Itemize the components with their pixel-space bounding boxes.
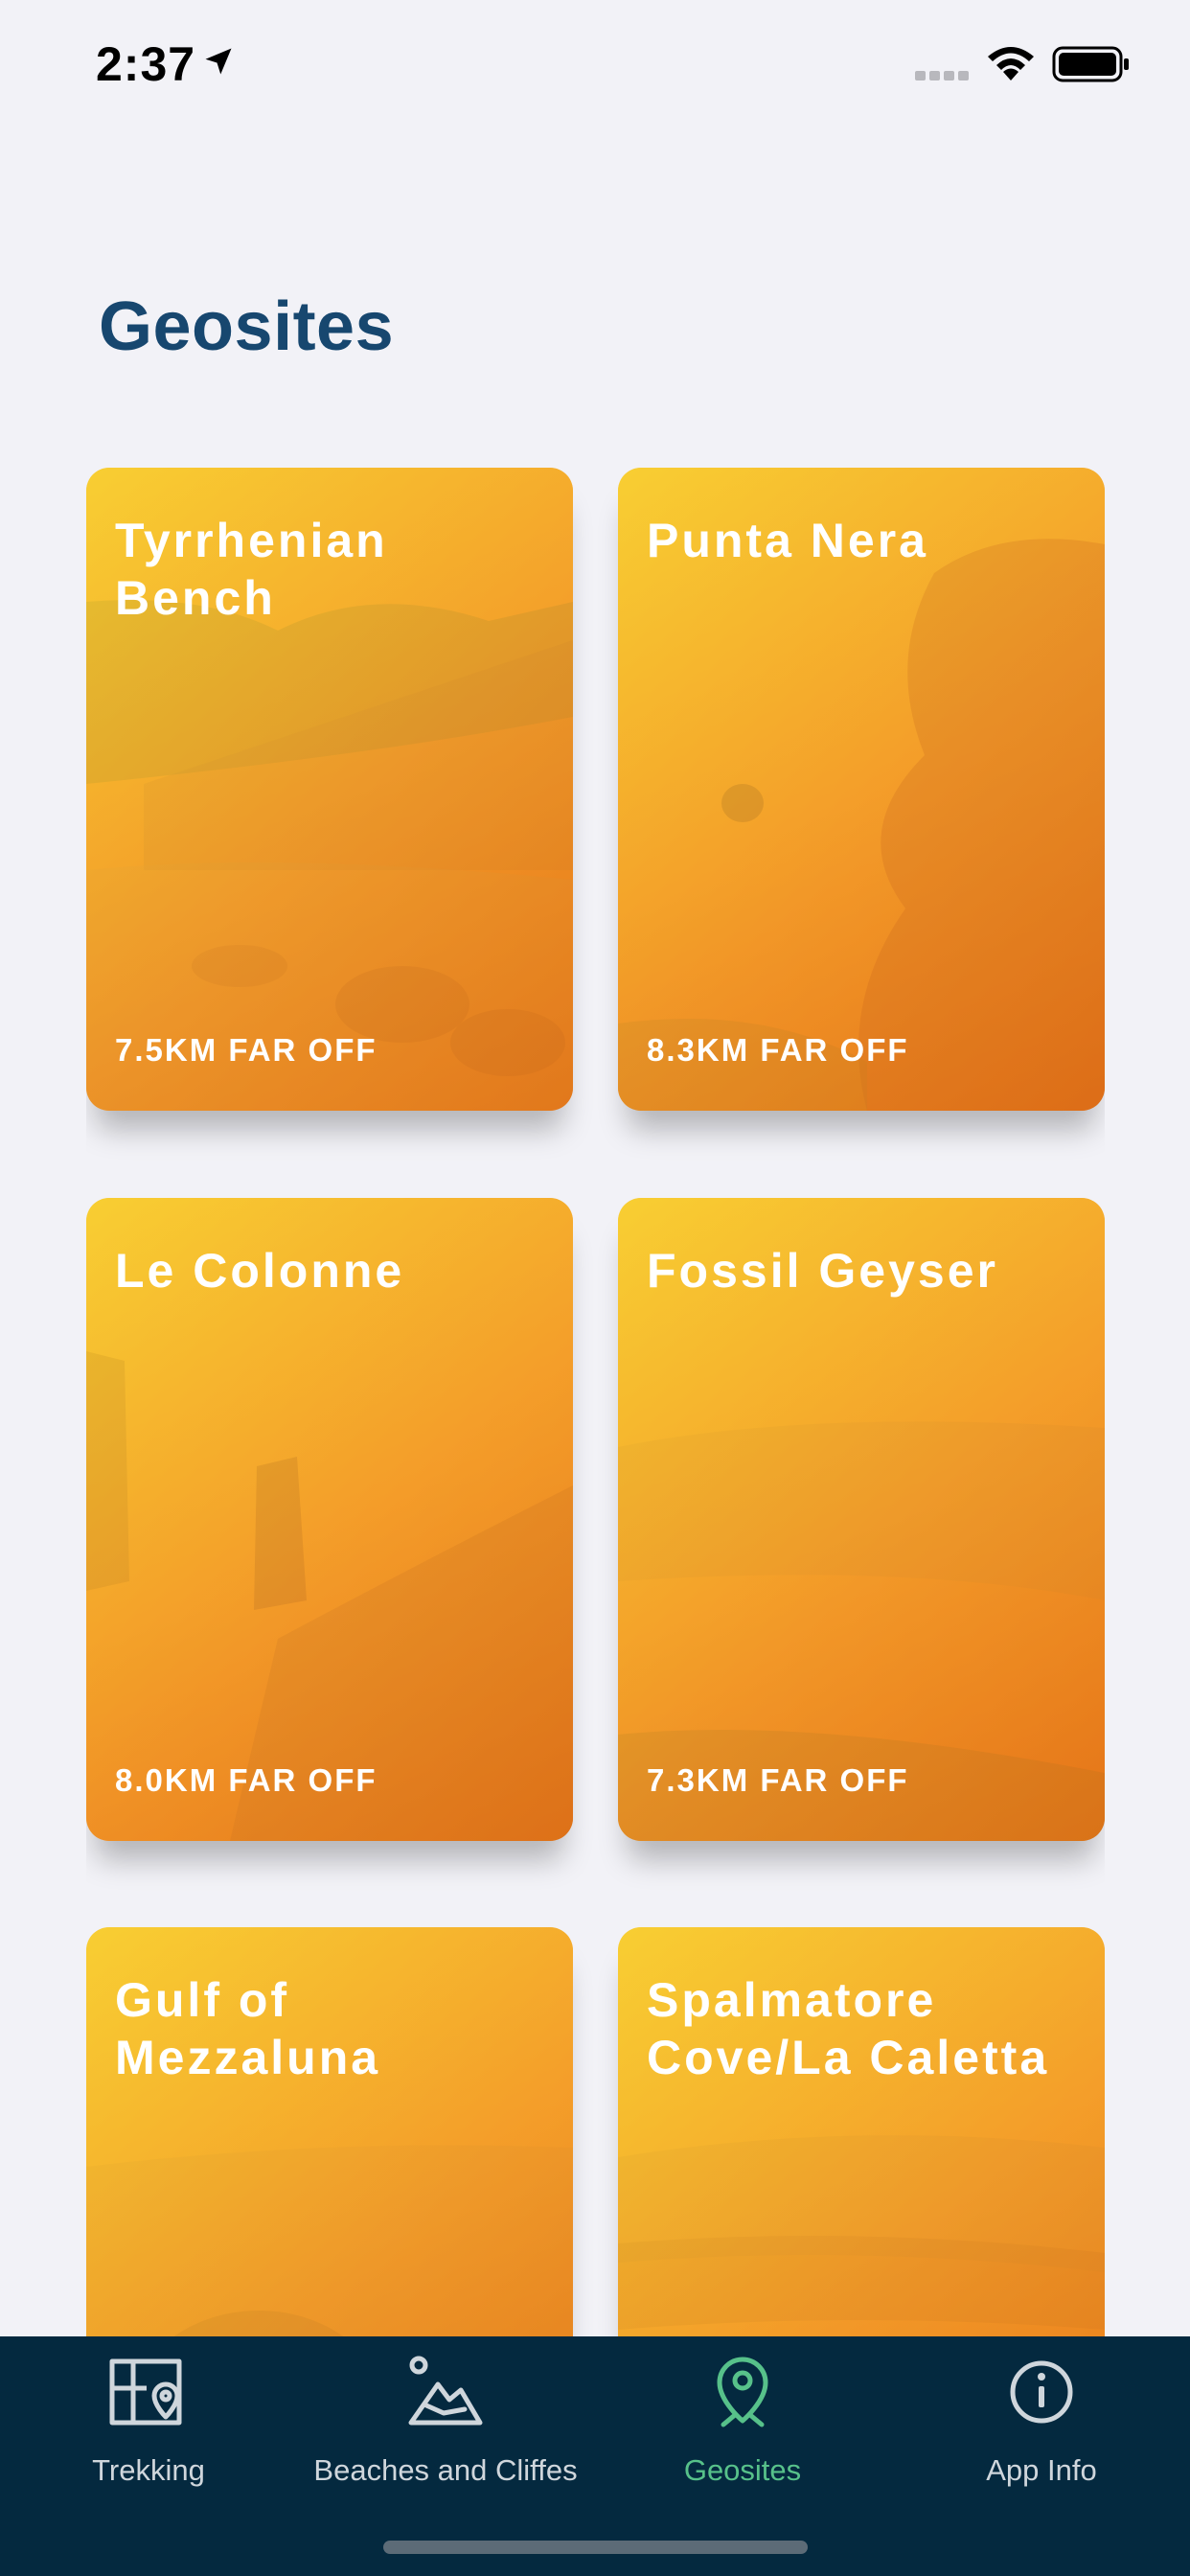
tab-app-info[interactable]: App Info	[931, 2336, 1152, 2509]
card-title: Le Colonne	[115, 1244, 405, 1298]
beach-cliff-icon	[408, 2356, 483, 2426]
tab-label: App Info	[986, 2453, 1097, 2487]
card-title: Tyrrhenian Bench	[115, 514, 388, 625]
card-title: Punta Nera	[647, 514, 928, 567]
geosite-pin-icon	[717, 2357, 768, 2427]
tab-label: Trekking	[92, 2453, 205, 2487]
tab-trekking[interactable]: Trekking	[38, 2336, 259, 2509]
card-title: Spalmatore Cove/La Caletta	[647, 1973, 1050, 2084]
card-distance: 7.5KM FAR OFF	[115, 1032, 378, 1068]
geosites-grid: Tyrrhenian Bench 7.5KM FAR OFF Punta Ner…	[86, 468, 1105, 2336]
location-arrow-icon	[205, 48, 232, 75]
card-title: Fossil Geyser	[647, 1244, 998, 1298]
card-distance: 7.3KM FAR OFF	[647, 1762, 909, 1798]
geosite-card-gulf-of-mezzaluna[interactable]: Gulf of Mezzaluna	[86, 1927, 573, 2336]
card-title: Gulf of Mezzaluna	[115, 1973, 381, 2084]
wifi-icon	[988, 47, 1034, 80]
tab-label: Geosites	[683, 2453, 802, 2487]
home-indicator	[383, 2541, 808, 2554]
cellular-signal-icon	[915, 71, 969, 80]
geosite-card-fossil-geyser[interactable]: Fossil Geyser 7.3KM FAR OFF	[618, 1198, 1105, 1841]
geosite-card-spalmatore-cove[interactable]: Spalmatore Cove/La Caletta	[618, 1927, 1105, 2336]
status-bar: 2:37	[0, 0, 1190, 134]
geosite-card-le-colonne[interactable]: Le Colonne 8.0KM FAR OFF	[86, 1198, 573, 1841]
tab-geosites[interactable]: Geosites	[632, 2336, 853, 2509]
info-icon	[1010, 2360, 1073, 2424]
card-distance: 8.3KM FAR OFF	[647, 1032, 909, 1068]
tab-beaches-and-cliffes[interactable]: Beaches and Cliffes	[297, 2336, 594, 2509]
card-distance: 8.0KM FAR OFF	[115, 1762, 378, 1798]
page-title: Geosites	[99, 288, 395, 365]
status-time: 2:37	[96, 37, 196, 91]
map-pin-icon	[109, 2358, 182, 2426]
geosite-card-tyrrhenian-bench[interactable]: Tyrrhenian Bench 7.5KM FAR OFF	[86, 468, 573, 1111]
battery-icon	[1052, 46, 1129, 82]
geosite-card-punta-nera[interactable]: Punta Nera 8.3KM FAR OFF	[618, 468, 1105, 1111]
tab-label: Beaches and Cliffes	[313, 2453, 578, 2487]
